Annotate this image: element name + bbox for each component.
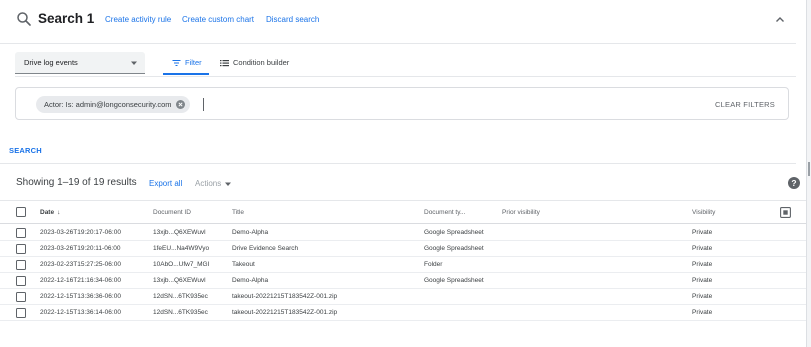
tab-filter-label: Filter (185, 58, 202, 67)
create-custom-chart-link[interactable]: Create custom chart (182, 15, 254, 24)
row-checkbox[interactable] (16, 292, 26, 302)
row-checkbox[interactable] (16, 260, 26, 270)
column-settings-icon[interactable] (780, 207, 791, 218)
cell-date: 2022-12-15T13:36:14-06:00 (40, 309, 121, 316)
cell-document-id: 12dSN...6TK935ec (153, 293, 208, 300)
cell-date: 2022-12-15T13:36:36-06:00 (40, 293, 121, 300)
cell-document-type: Google Spreadsheet (424, 245, 484, 252)
column-header-visibility[interactable]: Visibility (692, 209, 715, 216)
filter-chip[interactable]: Actor: Is: admin@longconsecurity.com (36, 96, 190, 113)
column-header-date[interactable]: Date ↓ (40, 209, 60, 216)
cell-document-id: 12dSN...6TK935ec (153, 309, 208, 316)
active-tab-indicator (163, 73, 209, 75)
cell-visibility: Private (692, 261, 713, 268)
caret-down-icon (225, 182, 232, 186)
cell-title: Demo-Alpha (232, 229, 269, 236)
table-row[interactable]: 2023-02-23T15:27:25-06:00 10AbO...Ufw7_MG… (0, 257, 806, 273)
column-header-title[interactable]: Title (232, 209, 244, 216)
source-dropdown-value: Drive log events (24, 58, 78, 67)
tab-filter[interactable]: Filter (172, 58, 202, 67)
divider (0, 163, 796, 164)
table-row[interactable]: 2022-12-16T21:16:34-06:00 13xjb...Q6XEWuv… (0, 273, 806, 289)
column-header-document-id[interactable]: Document ID (153, 209, 191, 216)
cell-date: 2023-03-26T19:20:17-06:00 (40, 229, 121, 236)
tab-condition-builder-label: Condition builder (233, 58, 290, 67)
create-activity-rule-link[interactable]: Create activity rule (105, 15, 171, 24)
cell-document-type: Google Spreadsheet (424, 229, 484, 236)
close-icon[interactable] (175, 100, 185, 109)
table-row[interactable]: 2022-12-15T13:36:14-06:00 12dSN...6TK935e… (0, 305, 806, 321)
cell-visibility: Private (692, 293, 713, 300)
svg-text:?: ? (791, 178, 796, 188)
cell-title: Demo-Alpha (232, 277, 269, 284)
export-all-button[interactable]: Export all (149, 179, 182, 188)
cell-title: takeout-20221215T183542Z-001.zip (232, 309, 338, 316)
cell-document-type: Google Spreadsheet (424, 277, 484, 284)
tab-condition-builder[interactable]: Condition builder (220, 58, 289, 67)
column-header-document-type[interactable]: Document ty... (424, 209, 465, 216)
cell-date: 2023-03-26T19:20:11-06:00 (40, 245, 121, 252)
select-all-checkbox[interactable] (16, 207, 26, 217)
cell-date: 2023-02-23T15:27:25-06:00 (40, 261, 121, 268)
cell-visibility: Private (692, 245, 713, 252)
table-header: Date ↓ Document ID Title Document ty... P… (0, 200, 806, 224)
table-row[interactable]: 2023-03-26T19:20:11-06:00 1feEU...Na4W9Vy… (0, 241, 806, 257)
cell-document-id: 10AbO...Ufw7_MGI (153, 261, 210, 268)
filter-icon (172, 59, 181, 66)
discard-search-link[interactable]: Discard search (266, 15, 319, 24)
search-button[interactable]: SEARCH (9, 146, 42, 155)
filter-chip-label: Actor: Is: admin@longconsecurity.com (44, 100, 172, 109)
help-icon[interactable]: ? (788, 177, 800, 189)
results-count: Showing 1–19 of 19 results (16, 177, 137, 188)
cell-title: Takeout (232, 261, 255, 268)
table-row[interactable]: 2022-12-15T13:36:36-06:00 12dSN...6TK935e… (0, 289, 806, 305)
cell-title: Drive Evidence Search (232, 245, 299, 252)
divider (15, 76, 796, 77)
search-icon (17, 12, 31, 26)
caret-down-icon (131, 61, 137, 65)
actions-menu-label: Actions (195, 179, 222, 188)
cell-visibility: Private (692, 229, 713, 236)
scrollbar[interactable] (806, 0, 811, 347)
row-checkbox[interactable] (16, 308, 26, 318)
cell-document-id: 13xjb...Q6XEWuvl (153, 229, 206, 236)
filter-chip-bar[interactable]: Actor: Is: admin@longconsecurity.com CLE… (15, 87, 789, 120)
scrollbar-thumb[interactable] (808, 162, 810, 176)
cell-document-id: 13xjb...Q6XEWuvl (153, 277, 206, 284)
cell-document-id: 1feEU...Na4W9Vyo (153, 245, 210, 252)
search-header: Search 1 Create activity rule Create cus… (0, 0, 796, 44)
row-checkbox[interactable] (16, 244, 26, 254)
table-row[interactable]: 2023-03-26T19:20:17-06:00 13xjb...Q6XEWuv… (0, 225, 806, 241)
cell-date: 2022-12-16T21:16:34-06:00 (40, 277, 121, 284)
text-cursor (203, 98, 204, 111)
list-icon (220, 59, 229, 66)
cell-visibility: Private (692, 309, 713, 316)
clear-filters-button[interactable]: CLEAR FILTERS (715, 100, 775, 109)
cell-document-type: Folder (424, 261, 443, 268)
source-dropdown[interactable]: Drive log events (15, 52, 145, 74)
actions-menu[interactable]: Actions (195, 179, 232, 188)
chevron-up-icon[interactable] (773, 13, 787, 27)
cell-title: takeout-20221215T183542Z-001.zip (232, 293, 338, 300)
arrow-down-icon: ↓ (57, 209, 61, 216)
search-title: Search 1 (38, 11, 95, 26)
investigation-page: Search 1 Create activity rule Create cus… (0, 0, 806, 347)
row-checkbox[interactable] (16, 276, 26, 286)
cell-visibility: Private (692, 277, 713, 284)
column-header-prior-visibility[interactable]: Prior visibility (502, 209, 540, 216)
column-header-date-label: Date (40, 209, 55, 216)
row-checkbox[interactable] (16, 228, 26, 238)
